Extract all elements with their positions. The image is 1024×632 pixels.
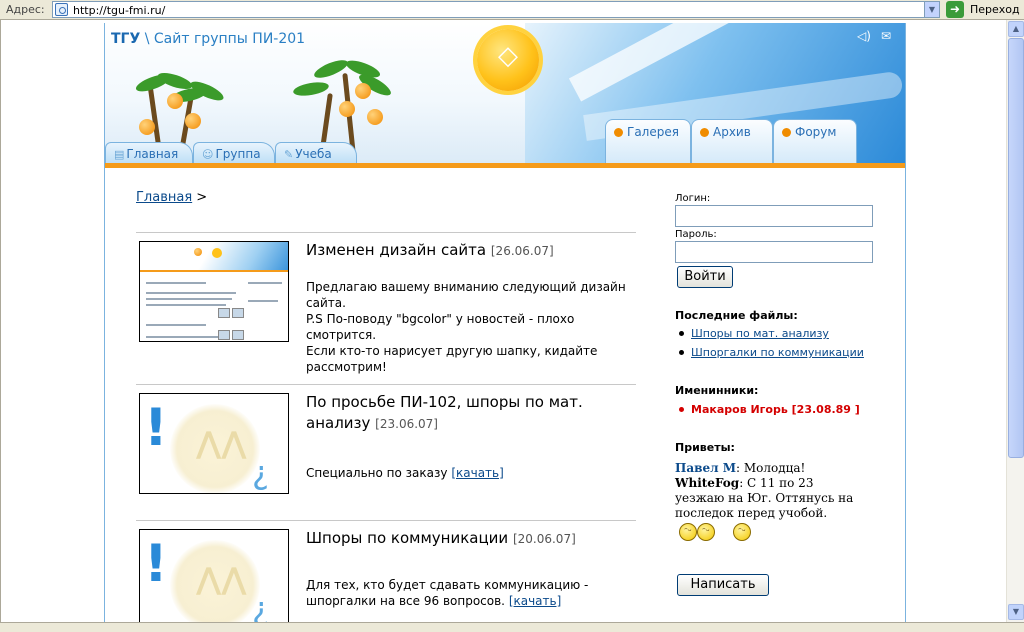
breadcrumb-home-link[interactable]: Главная <box>136 190 192 205</box>
news-thumbnail[interactable]: ⋀⋀ ! ? <box>139 529 289 622</box>
bullet-icon <box>700 128 709 137</box>
url-input[interactable]: http://tgu-fmi.ru/ ▼ <box>52 1 940 18</box>
news-body: Для тех, кто будет сдавать коммуникацию … <box>306 578 589 608</box>
news-item: Изменен дизайн сайта [26.06.07] Предлага… <box>136 232 636 382</box>
scroll-up-icon[interactable]: ▲ <box>1008 21 1024 37</box>
question-icon: ? <box>252 594 269 622</box>
tab-gallery[interactable]: Галерея <box>605 119 691 163</box>
breadcrumb: Главная > <box>136 190 207 205</box>
go-label: Переход <box>970 3 1020 16</box>
page-viewport: ТГУ \ Сайт группы ПИ-201 ◇ ◁) ✉ ▤ Главна… <box>0 20 1006 622</box>
logo-mark-icon: ◇ <box>498 41 518 71</box>
news-item: ⋀⋀ ! ? По просьбе ПИ-102, шпоры по мат. … <box>136 384 636 520</box>
tab-forum[interactable]: Форум <box>773 119 857 163</box>
news-title: Шпоры по коммуникации [20.06.07] <box>306 529 576 547</box>
download-link[interactable]: [качать] <box>509 594 561 608</box>
tab-label: Группа <box>215 147 261 161</box>
title-separator: \ <box>140 31 154 47</box>
greetings-list: Павел М: Молодца! WhiteFog: С 11 по 23 у… <box>675 461 865 521</box>
exclamation-icon: ! <box>144 398 168 458</box>
tab-study[interactable]: ✎ Учеба <box>275 142 357 163</box>
bullet-icon <box>614 128 623 137</box>
login-label: Логин: <box>675 193 711 204</box>
birthday-entry: Макаров Игорь [23.08.89 ] <box>691 403 860 416</box>
go-button[interactable]: ➜ Переход <box>946 1 1022 19</box>
bullet-icon <box>679 407 684 412</box>
people-icon: ☺ <box>202 148 214 161</box>
address-bar: Адрес: http://tgu-fmi.ru/ ▼ ➜ Переход <box>0 0 1024 20</box>
site-header: ТГУ \ Сайт группы ПИ-201 ◇ ◁) ✉ ▤ Главна… <box>105 23 905 163</box>
birthdays-heading: Именинники: <box>675 384 759 397</box>
speaker-icon[interactable]: ◁) <box>857 30 873 42</box>
tab-label: Форум <box>795 125 837 139</box>
bullet-icon <box>782 128 791 137</box>
login-button[interactable]: Войти <box>677 266 733 288</box>
write-button[interactable]: Написать <box>677 574 769 596</box>
greeting-entry: WhiteFog: С 11 по 23 уезжаю на Юг. Оттян… <box>675 476 854 520</box>
tab-label: Галерея <box>627 125 679 139</box>
password-label: Пароль: <box>675 229 717 240</box>
news-thumbnail[interactable]: ⋀⋀ ! ? <box>139 393 289 494</box>
smiley-icon: ᵔᵕ <box>697 523 715 541</box>
status-bar <box>0 622 1024 632</box>
site-container: ТГУ \ Сайт группы ПИ-201 ◇ ◁) ✉ ▤ Главна… <box>104 23 906 622</box>
site-subtitle: Сайт группы ПИ-201 <box>153 31 306 47</box>
password-input[interactable] <box>675 241 873 263</box>
page-icon <box>55 3 68 16</box>
scroll-down-icon[interactable]: ▼ <box>1008 604 1024 620</box>
scrollbar-thumb[interactable] <box>1008 38 1024 458</box>
news-thumbnail[interactable] <box>139 241 289 342</box>
document-icon: ▤ <box>114 148 125 161</box>
bullet-icon <box>679 350 684 355</box>
question-icon: ? <box>252 458 269 494</box>
news-body: Предлагаю вашему вниманию следующий диза… <box>306 280 626 374</box>
tab-label: Учеба <box>295 147 332 161</box>
tab-group[interactable]: ☺ Группа <box>193 142 275 163</box>
header-divider <box>105 163 905 168</box>
pen-icon: ✎ <box>284 148 294 161</box>
brand-link[interactable]: ТГУ <box>111 31 140 47</box>
tab-home[interactable]: ▤ Главная <box>105 142 193 163</box>
tab-label: Архив <box>713 125 751 139</box>
news-title: Изменен дизайн сайта [26.06.07] <box>306 241 554 259</box>
smiley-icon: ᵔᵕ <box>679 523 697 541</box>
news-date: [23.06.07] <box>375 417 438 431</box>
greeting-entry: Павел М: Молодца! <box>675 461 806 475</box>
vertical-scrollbar[interactable]: ▲ ▼ <box>1006 20 1024 622</box>
bullet-icon <box>679 331 684 336</box>
news-title: По просьбе ПИ-102, шпоры по мат. анализу… <box>306 393 583 432</box>
address-label: Адрес: <box>6 3 45 16</box>
site-title: ТГУ \ Сайт группы ПИ-201 <box>111 31 305 47</box>
envelope-icon[interactable]: ✉ <box>881 30 897 42</box>
news-item: ⋀⋀ ! ? Шпоры по коммуникации [20.06.07] … <box>136 520 636 622</box>
url-text: http://tgu-fmi.ru/ <box>73 4 166 17</box>
breadcrumb-separator: > <box>192 190 208 205</box>
exclamation-icon: ! <box>144 534 168 594</box>
chevron-down-icon[interactable]: ▼ <box>924 2 939 17</box>
greetings-heading: Приветы: <box>675 441 735 454</box>
go-arrow-icon: ➜ <box>946 1 964 18</box>
tab-label: Главная <box>126 147 179 161</box>
news-body: Специально по заказу [качать] <box>306 466 504 480</box>
file-link[interactable]: Шпоргалки по коммуникации <box>691 346 864 359</box>
login-input[interactable] <box>675 205 873 227</box>
tab-archive[interactable]: Архив <box>691 119 773 163</box>
smiley-icon: ᵔᵕ <box>733 523 751 541</box>
news-date: [26.06.07] <box>490 244 554 258</box>
news-date: [20.06.07] <box>512 532 576 546</box>
file-link[interactable]: Шпоры по мат. анализу <box>691 327 829 340</box>
recent-files-heading: Последние файлы: <box>675 309 798 322</box>
download-link[interactable]: [качать] <box>451 466 503 480</box>
